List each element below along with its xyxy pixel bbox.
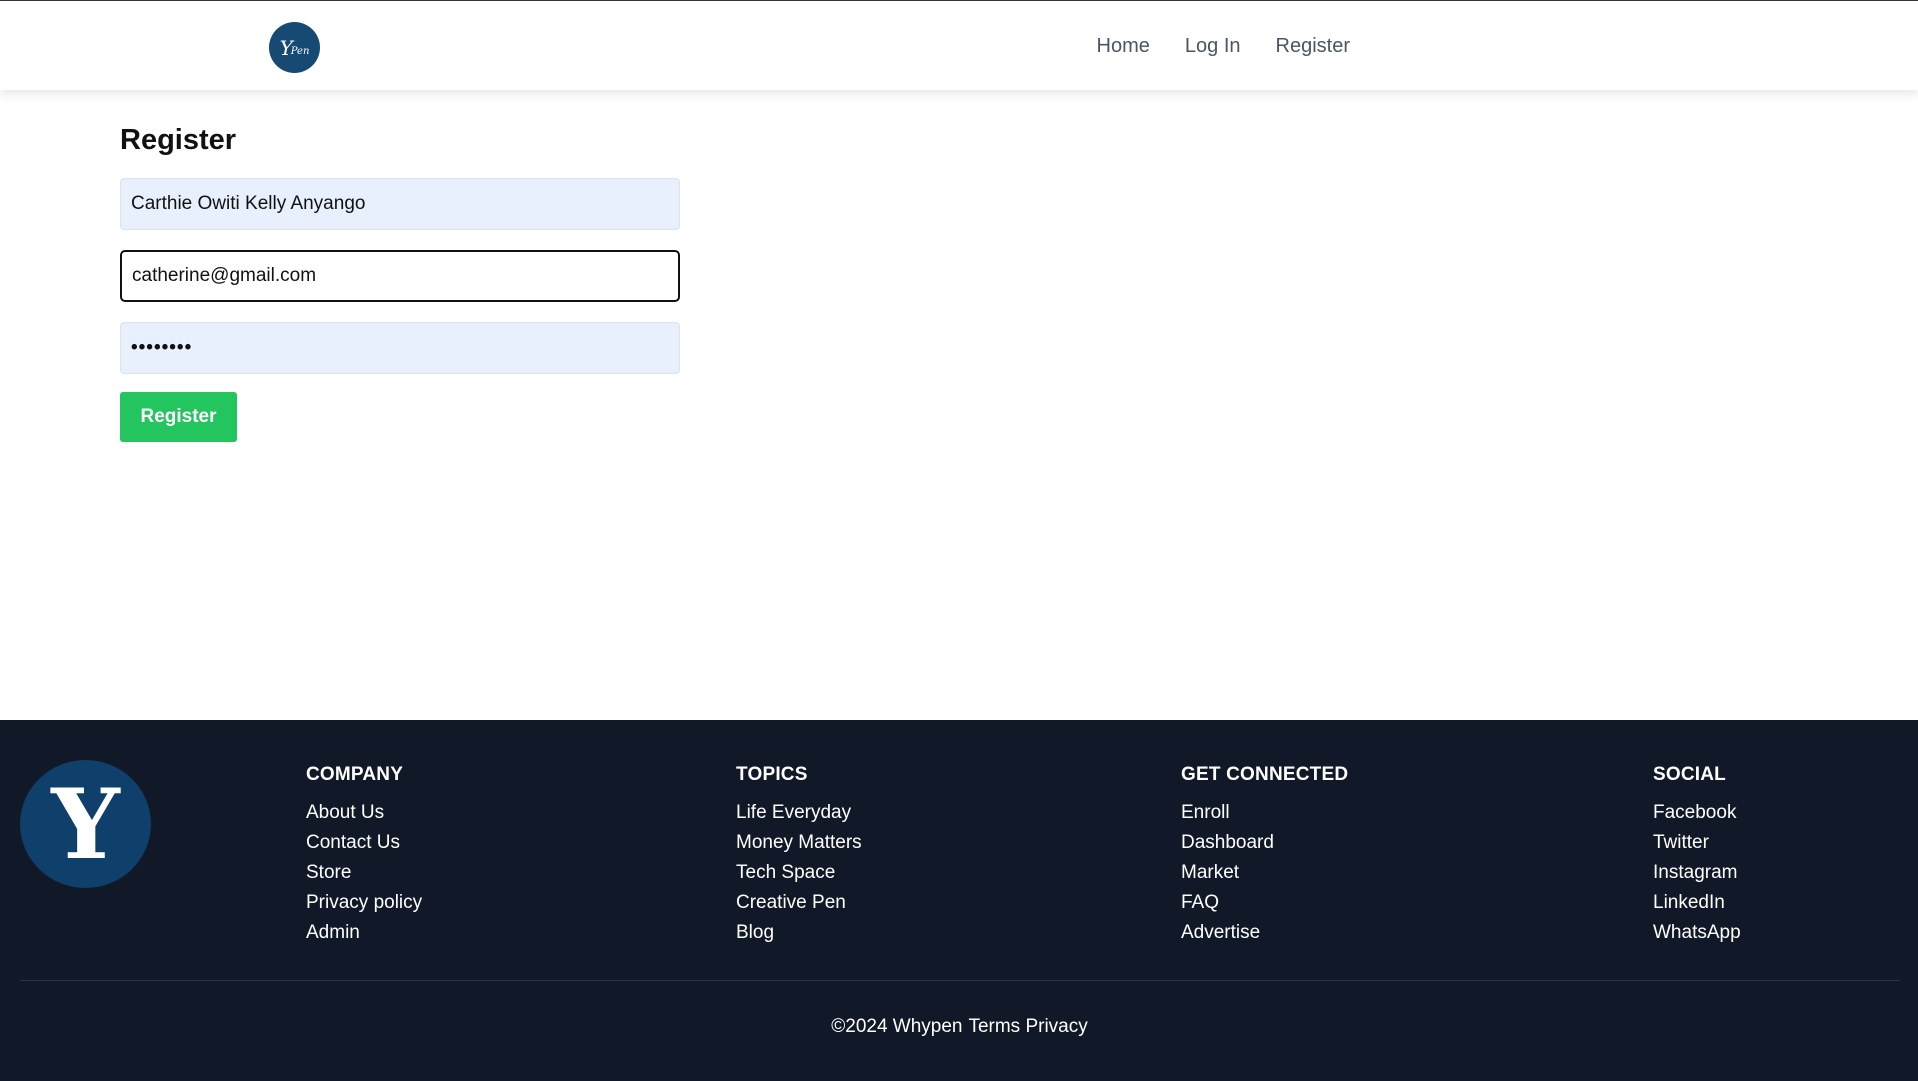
footer-link-store[interactable]: Store [306, 862, 351, 883]
footer-heading: COMPANY [306, 764, 404, 785]
footer-column-social: SOCIAL Facebook Twitter Instagram Linked… [1653, 764, 1741, 948]
footer-link-enroll[interactable]: Enroll [1181, 802, 1230, 823]
footer-link-advertise[interactable]: Advertise [1181, 922, 1260, 943]
footer-logo-icon: Y [20, 760, 151, 888]
footer-link-admin[interactable]: Admin [306, 922, 360, 943]
footer-link-about-us[interactable]: About Us [306, 802, 384, 823]
footer-link-privacy-policy[interactable]: Privacy policy [306, 892, 422, 913]
register-form: Register Register [120, 124, 680, 442]
footer-copyright: ©2024 Whypen Terms Privacy [0, 1016, 1918, 1038]
site-header: Y Pen Home Log In Register [0, 0, 1918, 90]
footer-link-dashboard[interactable]: Dashboard [1181, 832, 1274, 853]
footer-link-linkedin[interactable]: LinkedIn [1653, 892, 1725, 913]
footer-heading: TOPICS [736, 764, 808, 785]
footer-link-whatsapp[interactable]: WhatsApp [1653, 922, 1741, 943]
footer-column-company: COMPANY About Us Contact Us Store Privac… [306, 764, 422, 948]
footer-link-blog[interactable]: Blog [736, 922, 774, 943]
footer-divider [20, 980, 1900, 981]
footer-link-life-everyday[interactable]: Life Everyday [736, 802, 851, 823]
nav-login-link[interactable]: Log In [1185, 35, 1241, 58]
footer-link-tech-space[interactable]: Tech Space [736, 862, 835, 883]
footer-link-contact-us[interactable]: Contact Us [306, 832, 400, 853]
footer-link-instagram[interactable]: Instagram [1653, 862, 1737, 883]
nav-home-link[interactable]: Home [1097, 35, 1150, 58]
email-input[interactable] [120, 250, 680, 302]
footer-column-topics: TOPICS Life Everyday Money Matters Tech … [736, 764, 862, 948]
footer-heading: GET CONNECTED [1181, 764, 1349, 785]
password-input[interactable] [120, 322, 680, 374]
footer-link-creative-pen[interactable]: Creative Pen [736, 892, 846, 913]
footer-logo-letter: Y [51, 767, 120, 881]
footer-link-facebook[interactable]: Facebook [1653, 802, 1736, 823]
privacy-link[interactable]: Privacy [1025, 1016, 1087, 1037]
nav-register-link[interactable]: Register [1276, 35, 1350, 58]
name-input[interactable] [120, 178, 680, 230]
terms-link[interactable]: Terms [968, 1016, 1020, 1037]
main-nav: Home Log In Register [1097, 35, 1350, 58]
site-logo-icon[interactable]: Y Pen [269, 22, 320, 73]
footer-link-money-matters[interactable]: Money Matters [736, 832, 862, 853]
copyright-text: ©2024 Whypen [831, 1016, 963, 1037]
page-title: Register [120, 124, 237, 156]
site-footer: Y COMPANY About Us Contact Us Store Priv… [0, 720, 1918, 1081]
footer-link-market[interactable]: Market [1181, 862, 1239, 883]
footer-column-get-connected: GET CONNECTED Enroll Dashboard Market FA… [1181, 764, 1348, 948]
footer-link-faq[interactable]: FAQ [1181, 892, 1219, 913]
footer-heading: SOCIAL [1653, 764, 1726, 785]
footer-link-twitter[interactable]: Twitter [1653, 832, 1709, 853]
logo-subtext: Pen [290, 46, 310, 57]
register-button[interactable]: Register [120, 392, 237, 442]
